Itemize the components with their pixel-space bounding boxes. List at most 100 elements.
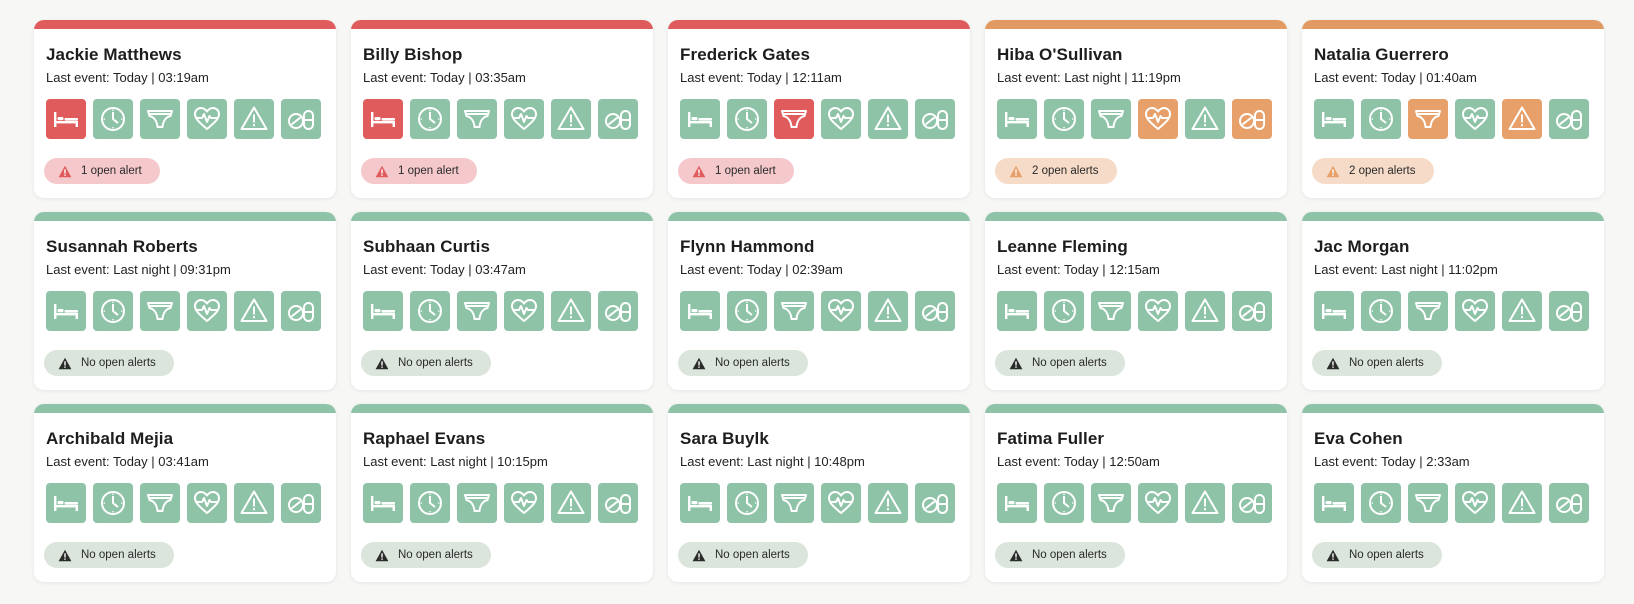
underwear-icon[interactable] [1408,99,1448,139]
clock-icon[interactable] [1361,291,1401,331]
pills-icon[interactable] [915,291,955,331]
bed-icon[interactable] [363,291,403,331]
underwear-icon[interactable] [774,291,814,331]
warning-icon[interactable] [551,483,591,523]
underwear-icon[interactable] [457,291,497,331]
resident-card[interactable]: Flynn Hammond Last event: Today | 02:39a… [668,212,970,390]
warning-icon[interactable] [234,483,274,523]
clock-icon[interactable] [727,99,767,139]
clock-icon[interactable] [1361,483,1401,523]
resident-card[interactable]: Raphael Evans Last event: Last night | 1… [351,404,653,582]
heart-rate-icon[interactable] [1455,291,1495,331]
alert-badge[interactable]: 1 open alert [361,158,477,184]
clock-icon[interactable] [410,483,450,523]
alert-badge[interactable]: 1 open alert [44,158,160,184]
pills-icon[interactable] [1232,99,1272,139]
alert-badge[interactable]: No open alerts [1312,350,1442,376]
heart-rate-icon[interactable] [1138,99,1178,139]
underwear-icon[interactable] [774,99,814,139]
warning-icon[interactable] [868,291,908,331]
pills-icon[interactable] [915,483,955,523]
underwear-icon[interactable] [140,483,180,523]
resident-card[interactable]: Jac Morgan Last event: Last night | 11:0… [1302,212,1604,390]
bed-icon[interactable] [680,99,720,139]
underwear-icon[interactable] [1408,483,1448,523]
resident-card[interactable]: Frederick Gates Last event: Today | 12:1… [668,20,970,198]
alert-badge[interactable]: 2 open alerts [1312,158,1434,184]
pills-icon[interactable] [281,291,321,331]
resident-card[interactable]: Susannah Roberts Last event: Last night … [34,212,336,390]
pills-icon[interactable] [598,483,638,523]
heart-rate-icon[interactable] [1138,291,1178,331]
heart-rate-icon[interactable] [504,99,544,139]
heart-rate-icon[interactable] [187,99,227,139]
clock-icon[interactable] [93,291,133,331]
pills-icon[interactable] [598,99,638,139]
pills-icon[interactable] [1549,291,1589,331]
warning-icon[interactable] [1185,483,1225,523]
alert-badge[interactable]: No open alerts [678,350,808,376]
resident-card[interactable]: Natalia Guerrero Last event: Today | 01:… [1302,20,1604,198]
clock-icon[interactable] [410,99,450,139]
underwear-icon[interactable] [140,99,180,139]
warning-icon[interactable] [234,99,274,139]
warning-icon[interactable] [1502,99,1542,139]
clock-icon[interactable] [93,483,133,523]
pills-icon[interactable] [1549,99,1589,139]
underwear-icon[interactable] [140,291,180,331]
alert-badge[interactable]: No open alerts [361,542,491,568]
heart-rate-icon[interactable] [187,291,227,331]
alert-badge[interactable]: No open alerts [995,350,1125,376]
warning-icon[interactable] [551,99,591,139]
clock-icon[interactable] [727,483,767,523]
pills-icon[interactable] [281,483,321,523]
alert-badge[interactable]: No open alerts [44,542,174,568]
pills-icon[interactable] [281,99,321,139]
clock-icon[interactable] [727,291,767,331]
clock-icon[interactable] [410,291,450,331]
alert-badge[interactable]: No open alerts [678,542,808,568]
alert-badge[interactable]: 1 open alert [678,158,794,184]
pills-icon[interactable] [598,291,638,331]
underwear-icon[interactable] [457,483,497,523]
resident-card[interactable]: Billy Bishop Last event: Today | 03:35am… [351,20,653,198]
warning-icon[interactable] [1185,291,1225,331]
underwear-icon[interactable] [1091,291,1131,331]
pills-icon[interactable] [1232,291,1272,331]
bed-icon[interactable] [997,291,1037,331]
bed-icon[interactable] [997,483,1037,523]
clock-icon[interactable] [1044,291,1084,331]
warning-icon[interactable] [1502,291,1542,331]
warning-icon[interactable] [868,99,908,139]
heart-rate-icon[interactable] [821,99,861,139]
warning-icon[interactable] [1185,99,1225,139]
resident-card[interactable]: Sara Buylk Last event: Last night | 10:4… [668,404,970,582]
resident-card[interactable]: Fatima Fuller Last event: Today | 12:50a… [985,404,1287,582]
pills-icon[interactable] [1232,483,1272,523]
warning-icon[interactable] [234,291,274,331]
heart-rate-icon[interactable] [821,291,861,331]
bed-icon[interactable] [363,483,403,523]
underwear-icon[interactable] [1091,483,1131,523]
heart-rate-icon[interactable] [187,483,227,523]
underwear-icon[interactable] [1091,99,1131,139]
resident-card[interactable]: Leanne Fleming Last event: Today | 12:15… [985,212,1287,390]
resident-card[interactable]: Subhaan Curtis Last event: Today | 03:47… [351,212,653,390]
resident-card[interactable]: Archibald Mejia Last event: Today | 03:4… [34,404,336,582]
alert-badge[interactable]: No open alerts [1312,542,1442,568]
alert-badge[interactable]: 2 open alerts [995,158,1117,184]
bed-icon[interactable] [46,99,86,139]
heart-rate-icon[interactable] [1455,483,1495,523]
underwear-icon[interactable] [1408,291,1448,331]
underwear-icon[interactable] [457,99,497,139]
resident-card[interactable]: Jackie Matthews Last event: Today | 03:1… [34,20,336,198]
pills-icon[interactable] [915,99,955,139]
resident-card[interactable]: Hiba O'Sullivan Last event: Last night |… [985,20,1287,198]
heart-rate-icon[interactable] [1138,483,1178,523]
clock-icon[interactable] [1044,483,1084,523]
bed-icon[interactable] [680,291,720,331]
underwear-icon[interactable] [774,483,814,523]
resident-card[interactable]: Eva Cohen Last event: Today | 2:33am No … [1302,404,1604,582]
bed-icon[interactable] [680,483,720,523]
warning-icon[interactable] [1502,483,1542,523]
